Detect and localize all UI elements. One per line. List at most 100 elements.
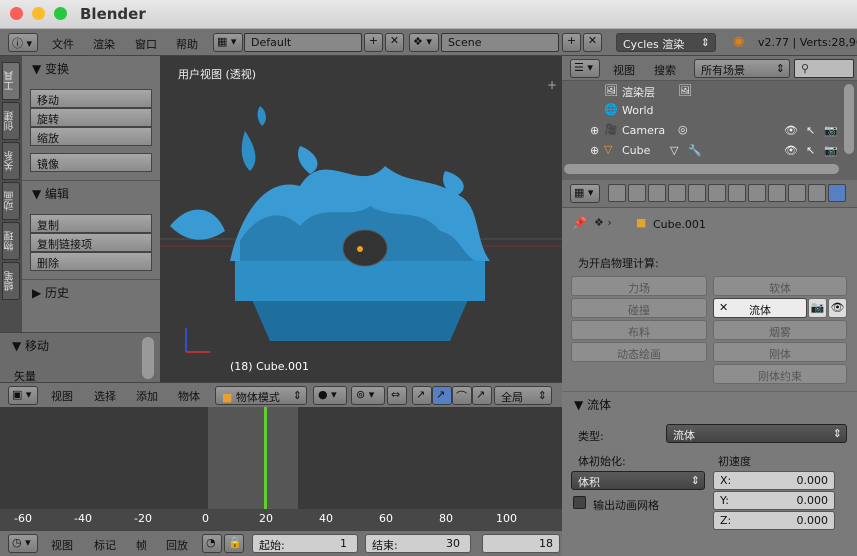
tab-tools[interactable]: 工具	[2, 62, 20, 100]
velocity-z-field[interactable]: Z: 0.000	[713, 511, 835, 530]
add-layout-button[interactable]: +	[364, 33, 383, 52]
velocity-y-field[interactable]: Y: 0.000	[713, 491, 835, 510]
export-animated-mesh-checkbox[interactable]	[573, 496, 586, 509]
list-item[interactable]: ⊕ ▽ Cube ▽ 🔧 👁 ↖ 📷	[562, 141, 845, 161]
render-engine-select[interactable]: Cycles 渲染 ⇕	[616, 33, 716, 52]
scale-manipulator-button[interactable]: ↗	[472, 386, 492, 405]
translate-manipulator-button[interactable]: ↗	[432, 386, 452, 405]
fluid-panel-header[interactable]: ▼ 流体	[574, 396, 611, 413]
manipulator-toggle[interactable]: ⇔	[387, 386, 407, 405]
close-icon[interactable]: ✕	[719, 301, 728, 314]
properties-editor-type-button[interactable]: ▦ ▾	[570, 184, 600, 203]
menu-view[interactable]: 视图	[613, 62, 635, 78]
move-button[interactable]: 移动	[30, 89, 152, 108]
menu-frame[interactable]: 帧	[136, 537, 147, 553]
object-context-icon[interactable]	[688, 184, 706, 202]
menu-add[interactable]: 添加	[136, 388, 158, 404]
pivot-select[interactable]: ⊚ ▾	[351, 386, 385, 405]
list-item[interactable]: ⊕ 🎥 Camera ◎ 👁 ↖ 📷	[562, 121, 845, 141]
fluid-type-select[interactable]: 流体 ⇕	[666, 424, 847, 443]
mirror-button[interactable]: 镜像	[30, 153, 152, 172]
world-context-icon[interactable]	[668, 184, 686, 202]
tab-create[interactable]: 创建	[2, 102, 20, 140]
smoke-button[interactable]: 烟雾	[713, 320, 847, 340]
pin-icon[interactable]: 📌	[572, 216, 587, 230]
close-window-button[interactable]	[10, 7, 23, 20]
menu-file[interactable]: 文件	[52, 36, 74, 52]
add-scene-button[interactable]: +	[562, 33, 581, 52]
editor-type-button[interactable]: ⓘ ▾	[8, 33, 38, 52]
tab-animation[interactable]: 动画	[2, 182, 20, 220]
horizontal-scrollbar[interactable]	[564, 164, 839, 174]
remove-scene-button[interactable]: ✕	[583, 33, 602, 52]
outliner-search-input[interactable]: ⚲	[794, 59, 854, 78]
list-item[interactable]: 🖼 渲染层 🖼	[562, 81, 845, 101]
texture-context-icon[interactable]	[788, 184, 806, 202]
menu-marker[interactable]: 标记	[94, 537, 116, 553]
menu-view[interactable]: 视图	[51, 388, 73, 404]
data-context-icon[interactable]	[748, 184, 766, 202]
expand-icon[interactable]: ⊕	[590, 124, 599, 137]
eye-icon[interactable]: 👁	[784, 124, 798, 137]
menu-view[interactable]: 视图	[51, 537, 73, 553]
menu-render[interactable]: 渲染	[93, 36, 115, 52]
orientation-select[interactable]: 全局 ⇕	[494, 386, 552, 405]
viewport-editor-type-button[interactable]: ▣ ▾	[8, 386, 38, 405]
render-context-icon[interactable]	[608, 184, 626, 202]
operator-panel-header[interactable]: ▼ 移动	[12, 337, 49, 354]
vertical-scrollbar[interactable]	[844, 84, 854, 154]
velocity-x-field[interactable]: X: 0.000	[713, 471, 835, 490]
tab-relations[interactable]: 关系	[2, 142, 20, 180]
eye-icon[interactable]: 👁	[784, 144, 798, 157]
transform-manipulator-button[interactable]: ↗	[412, 386, 432, 405]
timeline-editor-type-button[interactable]: ◷ ▾	[8, 534, 38, 553]
timeline-area[interactable]	[0, 407, 562, 511]
particles-context-icon[interactable]	[808, 184, 826, 202]
minimize-window-button[interactable]	[32, 7, 45, 20]
scale-button[interactable]: 缩放	[30, 127, 152, 146]
current-frame-marker[interactable]	[264, 407, 267, 509]
fluid-button[interactable]: ✕ 流体	[713, 298, 807, 318]
expand-icon[interactable]: ⊕	[590, 144, 599, 157]
cursor-icon[interactable]: ↖	[806, 124, 815, 137]
tab-physics[interactable]: 物理	[2, 222, 20, 260]
dynamic-paint-button[interactable]: 动态绘画	[571, 342, 707, 362]
duplicate-linked-button[interactable]: 复制链接项	[30, 233, 152, 252]
collision-button[interactable]: 碰撞	[571, 298, 707, 318]
outliner-editor-type-button[interactable]: ☰ ▾	[570, 59, 600, 78]
shading-select[interactable]: ● ▾	[313, 386, 347, 405]
lock-button[interactable]: 🔒	[224, 534, 244, 553]
scene-selector[interactable]: ❖ ▾	[409, 33, 439, 52]
display-mode-select[interactable]: 所有场景 ⇕	[694, 59, 790, 78]
viewport-toggle-button[interactable]: 👁	[828, 298, 847, 318]
scene-context-icon[interactable]	[648, 184, 666, 202]
soft-body-button[interactable]: 软体	[713, 276, 847, 296]
duplicate-button[interactable]: 复制	[30, 214, 152, 233]
start-frame-field[interactable]: 起始: 1	[252, 534, 358, 553]
end-frame-field[interactable]: 结束: 30	[365, 534, 471, 553]
mode-select[interactable]: ■ 物体模式 ⇕	[215, 386, 307, 405]
remove-layout-button[interactable]: ✕	[385, 33, 404, 52]
rotate-manipulator-button[interactable]: ⌒	[452, 386, 472, 405]
menu-window[interactable]: 窗口	[135, 36, 157, 52]
render-camera-icon[interactable]: 📷	[824, 124, 838, 137]
constraints-context-icon[interactable]	[708, 184, 726, 202]
scrollbar[interactable]	[142, 337, 154, 379]
history-panel-header[interactable]: ▶ 历史	[32, 284, 69, 301]
physics-context-icon[interactable]	[828, 184, 846, 202]
scene-name-field[interactable]: Scene	[441, 33, 559, 52]
modifiers-context-icon[interactable]	[728, 184, 746, 202]
render-toggle-button[interactable]: 📷	[808, 298, 827, 318]
delete-button[interactable]: 删除	[30, 252, 152, 271]
force-field-button[interactable]: 力场	[571, 276, 707, 296]
zoom-window-button[interactable]	[54, 7, 67, 20]
preview-range-button[interactable]: ◔	[202, 534, 222, 553]
volume-init-select[interactable]: 体积 ⇕	[571, 471, 705, 490]
layout-selector[interactable]: ▦ ▾	[213, 33, 243, 52]
current-frame-field[interactable]: 18	[482, 534, 560, 553]
menu-playback[interactable]: 回放	[166, 537, 188, 553]
cursor-icon[interactable]: ↖	[806, 144, 815, 157]
layout-name-field[interactable]: Default	[244, 33, 362, 52]
render-layers-context-icon[interactable]	[628, 184, 646, 202]
cloth-button[interactable]: 布料	[571, 320, 707, 340]
